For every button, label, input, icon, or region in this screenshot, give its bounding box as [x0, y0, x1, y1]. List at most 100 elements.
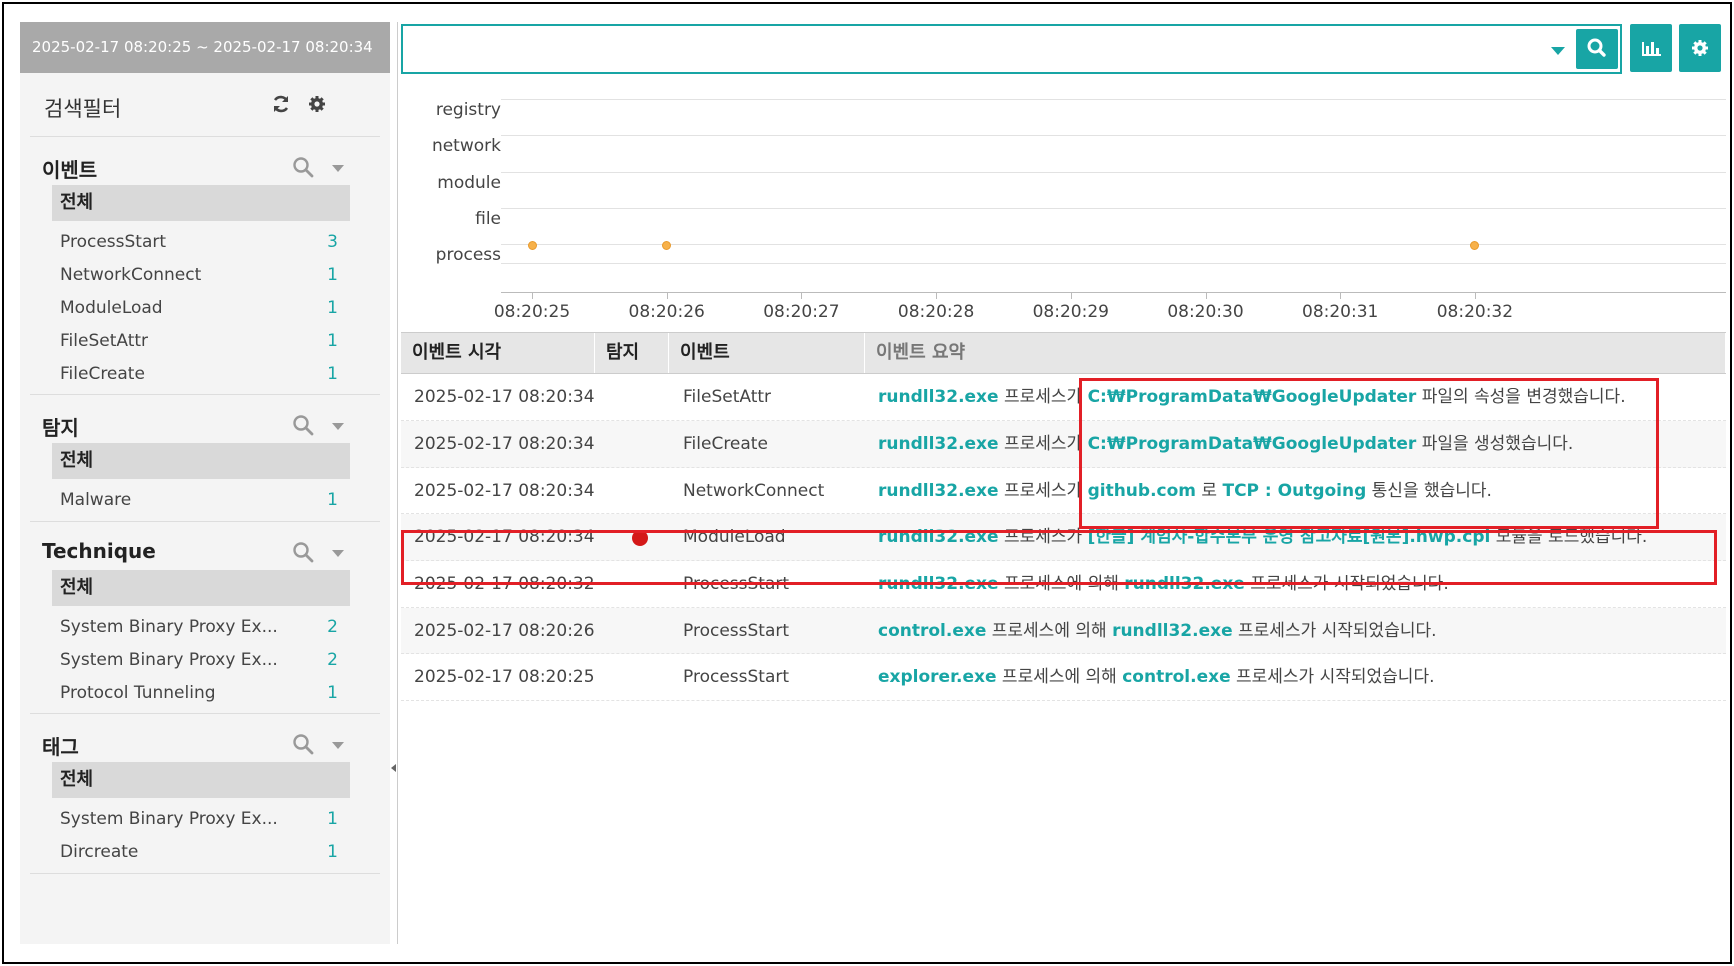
- table-row[interactable]: 2025-02-17 08:20:32 ProcessStart rundll32.…: [401, 561, 1726, 608]
- filter-item-all[interactable]: 전체: [52, 443, 350, 479]
- search-input[interactable]: [401, 24, 1622, 74]
- search-icon[interactable]: [292, 156, 314, 178]
- table-row[interactable]: 2025-02-17 08:20:34 FileSetAttr rundll32.e…: [401, 374, 1726, 421]
- filter-item[interactable]: Dircreate 1: [60, 839, 350, 865]
- summary-entity-link[interactable]: rundll32.exe: [878, 481, 999, 501]
- summary-entity-link[interactable]: rundll32.exe: [878, 434, 999, 454]
- summary-entity-link[interactable]: C:₩ProgramData₩GoogleUpdater: [1088, 434, 1417, 454]
- summary-text: 파일을 생성했습니다.: [1416, 434, 1574, 454]
- timeline-tick-label: 08:20:25: [493, 302, 571, 322]
- filter-item-all[interactable]: 전체: [52, 185, 350, 221]
- summary-entity-link[interactable]: rundll32.exe: [878, 387, 999, 407]
- summary-entity-link[interactable]: explorer.exe: [878, 667, 997, 687]
- detection-cell: [628, 374, 648, 421]
- filter-item-label: ProcessStart: [60, 232, 167, 252]
- table-header: 이벤트 시각 탐지 이벤트 이벤트 요약: [401, 332, 1726, 374]
- timeline-tick: [1474, 292, 1476, 299]
- search-icon[interactable]: [292, 541, 314, 563]
- chevron-down-icon[interactable]: [332, 165, 344, 172]
- timeline-row-label: module: [437, 173, 501, 193]
- gear-icon[interactable]: [306, 93, 328, 115]
- filter-item-all[interactable]: 전체: [52, 762, 350, 798]
- table-row[interactable]: 2025-02-17 08:20:25 ProcessStart explorer.…: [401, 654, 1726, 701]
- filter-header: 검색필터: [30, 73, 380, 137]
- detection-cell: [628, 514, 648, 561]
- timeline-tick: [1070, 292, 1072, 299]
- summary-entity-link[interactable]: rundll32.exe: [1112, 621, 1233, 641]
- filter-item[interactable]: Protocol Tunneling 1: [60, 680, 350, 706]
- event-summary: rundll32.exe 프로세스에 의해 rundll32.exe 프로세스가…: [878, 561, 1449, 608]
- chart-button[interactable]: [1630, 24, 1672, 72]
- filter-sidebar: 2025-02-17 08:20:25 ~ 2025-02-17 08:20:3…: [20, 22, 390, 944]
- refresh-icon[interactable]: [270, 93, 292, 115]
- filter-item[interactable]: ProcessStart 3: [60, 229, 350, 255]
- timeline-axis: [501, 292, 1726, 293]
- summary-entity-link[interactable]: rundll32.exe: [878, 527, 999, 547]
- search-icon[interactable]: [292, 414, 314, 436]
- timeline-event-dot[interactable]: [527, 241, 537, 250]
- filter-item[interactable]: System Binary Proxy Ex... 2: [60, 647, 350, 673]
- detection-indicator-icon: [632, 529, 648, 546]
- chevron-down-icon[interactable]: [332, 423, 344, 430]
- search-button[interactable]: [1576, 29, 1618, 69]
- detection-cell: [628, 561, 648, 608]
- summary-entity-link[interactable]: rundll32.exe: [878, 574, 999, 594]
- timeline-tick: [936, 292, 938, 299]
- table-row[interactable]: 2025-02-17 08:20:34 FileCreate rundll32.ex…: [401, 421, 1726, 468]
- filter-item-label: NetworkConnect: [60, 265, 202, 285]
- filter-item-all[interactable]: 전체: [52, 570, 350, 606]
- timeline-row-label: network: [431, 136, 501, 156]
- filter-item-count: 2: [327, 650, 338, 670]
- time-range[interactable]: 2025-02-17 08:20:25 ~ 2025-02-17 08:20:3…: [20, 22, 390, 73]
- col-header-event[interactable]: 이벤트: [669, 333, 865, 373]
- settings-button[interactable]: [1679, 24, 1721, 72]
- col-header-time[interactable]: 이벤트 시각: [401, 333, 595, 373]
- summary-entity-link[interactable]: TCP : Outgoing: [1222, 481, 1366, 501]
- summary-text: 통신을 했습니다.: [1366, 480, 1492, 501]
- filter-item[interactable]: ModuleLoad 1: [60, 295, 350, 321]
- timeline-tick-label: 08:20:31: [1302, 302, 1379, 322]
- filter-item-label: ModuleLoad: [60, 298, 163, 318]
- summary-entity-link[interactable]: rundll32.exe: [1124, 574, 1245, 594]
- event-time: 2025-02-17 08:20:34: [414, 527, 595, 547]
- summary-text: 파일의 속성을 변경했습니다.: [1416, 387, 1626, 407]
- table-row[interactable]: 2025-02-17 08:20:34 NetworkConnect rundll3…: [401, 468, 1726, 514]
- search-dropdown-icon[interactable]: [1551, 47, 1565, 55]
- section-title: Technique: [42, 539, 156, 563]
- summary-entity-link[interactable]: [한글] 계엄사-합수본부 운영 참고자료[원본].hwp.cpl: [1088, 527, 1491, 547]
- timeline-tick-label: 08:20:28: [897, 302, 975, 322]
- timeline-event-dot[interactable]: [1470, 241, 1480, 250]
- search-icon[interactable]: [292, 733, 314, 755]
- filter-item[interactable]: System Binary Proxy Ex... 2: [60, 614, 350, 640]
- timeline-row-label: registry: [435, 100, 501, 120]
- summary-entity-link[interactable]: C:₩ProgramData₩GoogleUpdater: [1088, 387, 1417, 407]
- col-header-summary[interactable]: 이벤트 요약: [865, 333, 1726, 373]
- summary-text: 프로세스에 의해: [998, 574, 1125, 594]
- filter-item[interactable]: FileSetAttr 1: [60, 328, 350, 354]
- filter-item[interactable]: System Binary Proxy Ex... 1: [60, 806, 350, 832]
- summary-text: 모듈을 로드했습니다.: [1490, 527, 1648, 547]
- summary-entity-link[interactable]: control.exe: [878, 621, 986, 641]
- filter-item[interactable]: Malware 1: [60, 487, 350, 513]
- sidebar-splitter[interactable]: [390, 22, 398, 944]
- summary-entity-link[interactable]: github.com: [1088, 481, 1196, 501]
- filter-item[interactable]: NetworkConnect 1: [60, 262, 350, 288]
- summary-entity-link[interactable]: control.exe: [1122, 667, 1230, 687]
- collapse-arrow-icon[interactable]: [391, 764, 396, 772]
- col-header-detection[interactable]: 탐지: [595, 333, 669, 373]
- table-row[interactable]: 2025-02-17 08:20:26 ProcessStart control.e…: [401, 607, 1726, 655]
- summary-text: 프로세스에 의해: [986, 620, 1113, 641]
- detection-cell: [628, 421, 648, 468]
- chevron-down-icon[interactable]: [332, 742, 344, 749]
- table-row[interactable]: 2025-02-17 08:20:34 ModuleLoad rundll32.ex…: [401, 514, 1726, 561]
- timeline-row-label: file: [475, 209, 501, 229]
- filter-item[interactable]: FileCreate 1: [60, 361, 350, 387]
- chevron-down-icon[interactable]: [332, 550, 344, 557]
- timeline-tick: [666, 292, 668, 299]
- summary-text: 프로세스가: [998, 480, 1088, 501]
- event-summary: explorer.exe 프로세스에 의해 control.exe 프로세스가 …: [878, 654, 1435, 701]
- timeline-event-dot[interactable]: [662, 241, 672, 250]
- event-timeline: registry network module file process 08:20:25…: [401, 80, 1726, 330]
- event-type: ProcessStart: [683, 667, 790, 687]
- event-summary: control.exe 프로세스에 의해 rundll32.exe 프로세스가 …: [878, 608, 1437, 655]
